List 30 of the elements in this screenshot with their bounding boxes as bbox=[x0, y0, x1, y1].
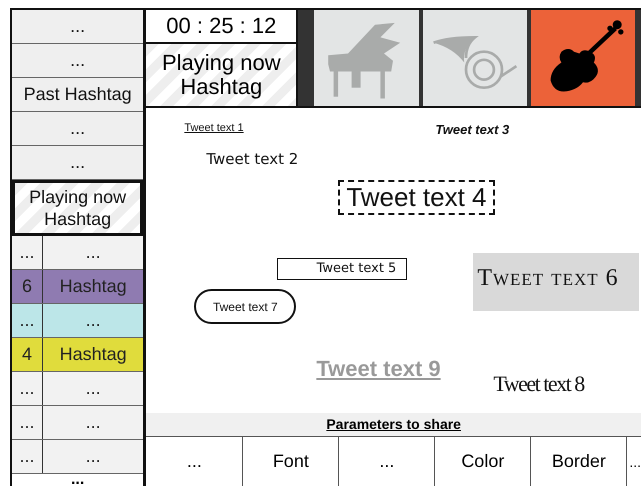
count-cell: 6 bbox=[12, 270, 43, 303]
parameter-cell[interactable]: ... bbox=[146, 437, 244, 486]
sidebar-item[interactable]: ... bbox=[12, 10, 144, 44]
parameter-cell[interactable]: Color bbox=[435, 437, 532, 486]
count-cell: 4 bbox=[12, 338, 43, 371]
parameters-heading: Parameters to share bbox=[146, 413, 641, 437]
parameter-cell[interactable]: ... bbox=[627, 437, 641, 486]
instrument-tile[interactable] bbox=[530, 10, 635, 106]
hashtag-cell[interactable]: Hashtag bbox=[43, 338, 144, 371]
tweet-text: Tweet text 6 bbox=[473, 253, 640, 311]
hashtag-cell[interactable]: ... bbox=[43, 304, 144, 337]
sidebar-item[interactable]: Past Hashtag bbox=[12, 78, 144, 112]
now-playing-hashtag: Playing now Hashtag bbox=[146, 44, 296, 106]
now-playing-item[interactable]: Playing now Hashtag bbox=[12, 180, 144, 236]
instrument-tile[interactable] bbox=[314, 10, 419, 106]
sidebar-item[interactable]: ... bbox=[12, 112, 144, 146]
parameter-cell[interactable]: Border bbox=[531, 437, 628, 486]
tweet-text: Tweet text 7 bbox=[194, 289, 296, 324]
sidebar-item[interactable]: ... bbox=[12, 44, 144, 78]
hashtag-cell[interactable]: Hashtag bbox=[43, 270, 144, 303]
tweet-text: Tweet text 3 bbox=[435, 122, 510, 137]
tweet-text: Tweet text 5 bbox=[277, 258, 408, 280]
tweet-text: Tweet text 2 bbox=[206, 150, 298, 168]
count-cell: ... bbox=[12, 304, 43, 337]
tweet-text: Tweet text 8 bbox=[493, 371, 584, 397]
tweet-text: Tweet text 4 bbox=[338, 180, 495, 215]
instrument-tile[interactable] bbox=[422, 10, 527, 106]
parameter-cell[interactable]: ... bbox=[339, 437, 436, 486]
parameter-cell[interactable]: Font bbox=[243, 437, 340, 486]
more-indicator[interactable]: ... bbox=[12, 474, 144, 486]
